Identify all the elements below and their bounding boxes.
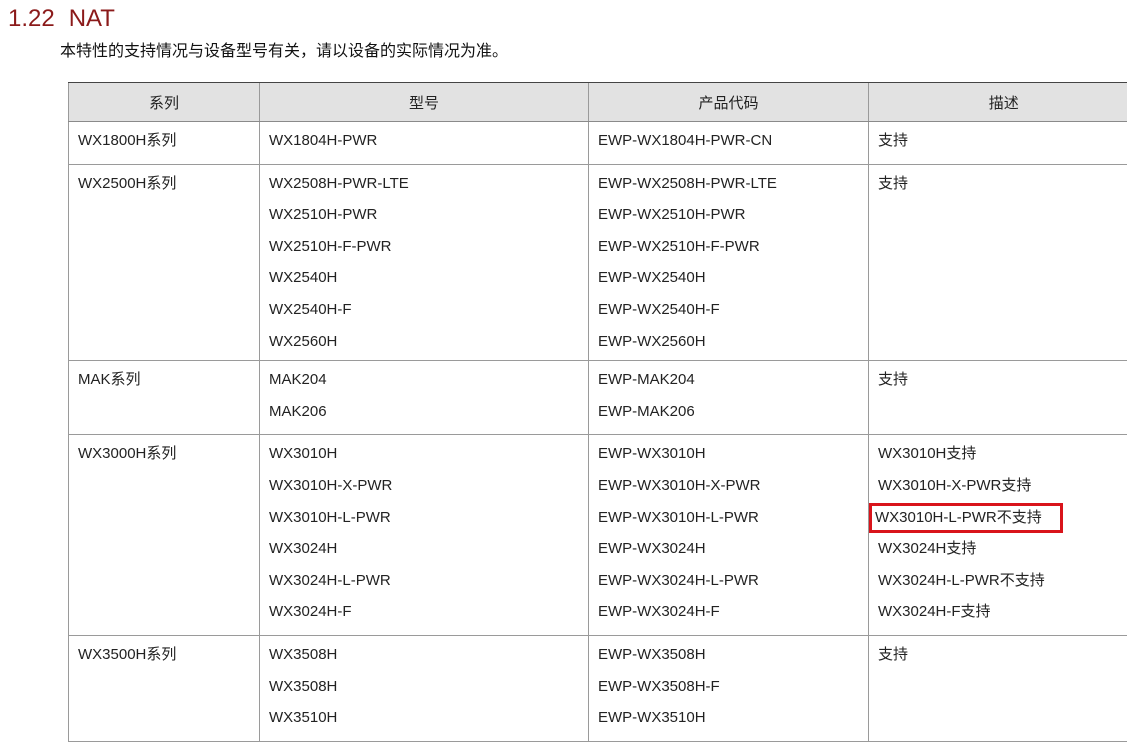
model-name: WX3508H xyxy=(269,674,588,706)
product-code: EWP-WX3024H xyxy=(598,536,868,568)
model-name: WX2560H xyxy=(269,329,588,361)
description-text: WX3024H-F支持 xyxy=(878,599,1127,631)
header-description: 描述 xyxy=(869,83,1127,122)
support-note: 本特性的支持情况与设备型号有关，请以设备的实际情况为准。 xyxy=(60,40,508,64)
model-cell: WX3508HWX3508HWX3510H xyxy=(260,635,589,741)
table-row: WX2500H系列WX2508H-PWR-LTEWX2510H-PWRWX251… xyxy=(69,164,1127,361)
model-name: WX3024H-F xyxy=(269,599,588,631)
model-name: WX3510H xyxy=(269,705,588,737)
description-text: 支持 xyxy=(878,171,1127,203)
description-cell: 支持 xyxy=(869,122,1127,165)
product-code-cell: EWP-WX2508H-PWR-LTEEWP-WX2510H-PWREWP-WX… xyxy=(589,164,869,361)
model-cell: WX2508H-PWR-LTEWX2510H-PWRWX2510H-F-PWRW… xyxy=(260,164,589,361)
table-row: WX3500H系列WX3508HWX3508HWX3510HEWP-WX3508… xyxy=(69,635,1127,741)
model-name: WX3010H-L-PWR xyxy=(269,505,588,537)
description-text: 支持 xyxy=(878,128,1127,160)
description-text: WX3024H-L-PWR不支持 xyxy=(878,568,1127,600)
model-cell: MAK204MAK206 xyxy=(260,361,589,435)
table-row: WX1800H系列 WX1804H-PWR EWP-WX1804H-PWR-CN 支持 xyxy=(69,122,1127,165)
product-code: EWP-WX2508H-PWR-LTE xyxy=(598,171,868,203)
header-product-code: 产品代码 xyxy=(589,83,869,122)
series-cell: WX3500H系列 xyxy=(69,635,260,741)
model-name: WX2540H-F xyxy=(269,297,588,329)
product-code: EWP-MAK204 xyxy=(598,367,868,399)
series-name: WX2500H系列 xyxy=(78,171,259,203)
model-name: WX3508H xyxy=(269,642,588,674)
highlighted-description: WX3010H-L-PWR不支持 xyxy=(872,506,1060,530)
model-name: MAK204 xyxy=(269,367,588,399)
product-code: EWP-WX2540H xyxy=(598,265,868,297)
product-code: EWP-WX3508H-F xyxy=(598,674,868,706)
product-code: EWP-WX3510H xyxy=(598,705,868,737)
header-series: 系列 xyxy=(69,83,260,122)
model-name: WX2508H-PWR-LTE xyxy=(269,171,588,203)
product-code: EWP-MAK206 xyxy=(598,399,868,431)
section-number: 1.22 xyxy=(8,5,55,32)
model-name: MAK206 xyxy=(269,399,588,431)
description-cell: 支持 xyxy=(869,361,1127,435)
table-row: MAK系列MAK204MAK206EWP-MAK204EWP-MAK206支持 xyxy=(69,361,1127,435)
product-code: EWP-WX2560H xyxy=(598,329,868,361)
description-item: WX3010H-L-PWR不支持 xyxy=(878,505,1127,537)
model-cell: WX1804H-PWR xyxy=(260,122,589,165)
series-cell: WX1800H系列 xyxy=(69,122,260,165)
product-code: EWP-WX3010H-X-PWR xyxy=(598,473,868,505)
series-cell: WX3000H系列 xyxy=(69,435,260,636)
description-text: WX3024H支持 xyxy=(878,536,1127,568)
product-code: EWP-WX1804H-PWR-CN xyxy=(598,128,868,160)
model-name: WX3024H xyxy=(269,536,588,568)
product-code: EWP-WX2510H-PWR xyxy=(598,202,868,234)
product-code: EWP-WX3508H xyxy=(598,642,868,674)
product-code: EWP-WX3024H-F xyxy=(598,599,868,631)
model-name: WX3010H xyxy=(269,441,588,473)
product-code-cell: EWP-MAK204EWP-MAK206 xyxy=(589,361,869,435)
section-title: NAT xyxy=(69,5,115,32)
header-model: 型号 xyxy=(260,83,589,122)
table-body: WX1800H系列 WX1804H-PWR EWP-WX1804H-PWR-CN 支持… xyxy=(69,122,1127,742)
product-code: EWP-WX2540H-F xyxy=(598,297,868,329)
description-cell: 支持 xyxy=(869,635,1127,741)
product-code: EWP-WX3010H xyxy=(598,441,868,473)
model-name: WX3010H-X-PWR xyxy=(269,473,588,505)
model-cell: WX3010HWX3010H-X-PWRWX3010H-L-PWRWX3024H… xyxy=(260,435,589,636)
model-support-table: 系列 型号 产品代码 描述 WX1800H系列WX1804H-PWREWP-WX… xyxy=(68,82,1127,742)
model-name: WX3024H-L-PWR xyxy=(269,568,588,600)
product-code-cell: EWP-WX3010HEWP-WX3010H-X-PWREWP-WX3010H-… xyxy=(589,435,869,636)
model-name: WX2510H-PWR xyxy=(269,202,588,234)
series-name: WX1800H系列 xyxy=(78,128,259,160)
model-name: WX1804H-PWR xyxy=(269,128,588,160)
series-name: WX3000H系列 xyxy=(78,441,259,473)
table-header-row: 系列 型号 产品代码 描述 xyxy=(69,83,1127,122)
product-code: EWP-WX3024H-L-PWR xyxy=(598,568,868,600)
product-code-cell: EWP-WX3508HEWP-WX3508H-FEWP-WX3510H xyxy=(589,635,869,741)
table-row: WX3000H系列WX3010HWX3010H-X-PWRWX3010H-L-P… xyxy=(69,435,1127,636)
model-name: WX2510H-F-PWR xyxy=(269,234,588,266)
series-cell: MAK系列 xyxy=(69,361,260,435)
series-cell: WX2500H系列 xyxy=(69,164,260,361)
description-cell: WX3010H支持WX3010H-X-PWR支持WX3010H-L-PWR不支持… xyxy=(869,435,1127,636)
model-name: WX2540H xyxy=(269,265,588,297)
description-text: 支持 xyxy=(878,642,1127,674)
product-code-cell: EWP-WX1804H-PWR-CN xyxy=(589,122,869,165)
product-code: EWP-WX3010H-L-PWR xyxy=(598,505,868,537)
description-text: 支持 xyxy=(878,367,1127,399)
series-name: WX3500H系列 xyxy=(78,642,259,674)
section-heading: 1.22 NAT xyxy=(8,4,115,34)
description-text: WX3010H-X-PWR支持 xyxy=(878,473,1127,505)
description-text: WX3010H支持 xyxy=(878,441,1127,473)
description-cell: 支持 xyxy=(869,164,1127,361)
product-code: EWP-WX2510H-F-PWR xyxy=(598,234,868,266)
series-name: MAK系列 xyxy=(78,367,259,399)
